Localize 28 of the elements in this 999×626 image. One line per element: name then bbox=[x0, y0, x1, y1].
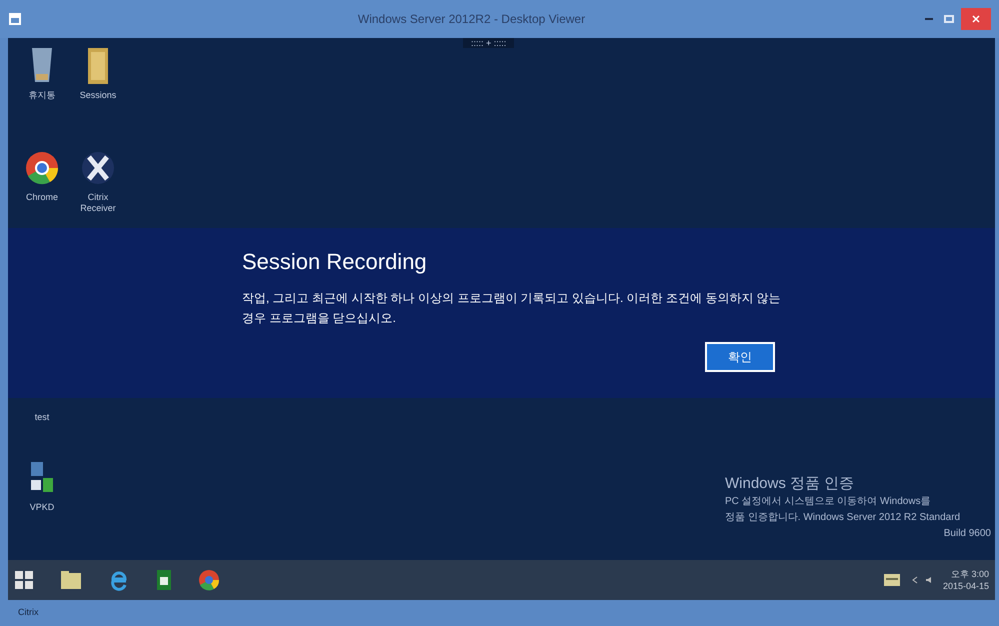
icon-label[interactable]: Citrix Receiver bbox=[70, 192, 126, 214]
windows-logo-icon[interactable] bbox=[14, 570, 34, 590]
server-icon[interactable] bbox=[156, 569, 172, 591]
clock-time: 오후 3:00 bbox=[950, 568, 989, 580]
icon-label[interactable]: 휴지통 bbox=[28, 90, 56, 101]
folder-icon[interactable] bbox=[85, 46, 111, 86]
activation-text: 정품 인증합니다. Windows Server 2012 R2 Standard bbox=[724, 511, 962, 525]
activation-text: PC 설정에서 시스템으로 이동하여 Windows를 bbox=[724, 495, 932, 509]
window-title: Windows Server 2012R2 - Desktop Viewer bbox=[356, 11, 586, 28]
speaker-icon[interactable] bbox=[924, 576, 933, 584]
close-button[interactable] bbox=[961, 8, 991, 30]
icon-label[interactable]: Sessions bbox=[80, 90, 116, 101]
status-text: Citrix bbox=[18, 606, 38, 620]
chrome-icon[interactable] bbox=[198, 569, 220, 591]
clock-date: 2015-04-15 bbox=[942, 580, 989, 592]
ok-button[interactable]: 확인 bbox=[705, 342, 775, 372]
icon-label[interactable]: VPKD bbox=[30, 502, 54, 513]
build-number: Build 9600 bbox=[944, 527, 992, 541]
dialog-title: Session Recording bbox=[242, 248, 428, 276]
icon-label[interactable]: test bbox=[34, 412, 50, 423]
close-icon bbox=[972, 15, 980, 23]
window-icon bbox=[8, 12, 22, 26]
dialog-message: 작업, 그리고 최근에 시작한 하나 이상의 프로그램이 기록되고 있습니다. 이러한 조건에 동의하지 않는 경우 프로그램을 닫으십시오. bbox=[242, 290, 782, 327]
notification-icon[interactable] bbox=[882, 573, 901, 587]
activation-title: Windows 정품 인증 bbox=[724, 474, 854, 494]
toolbar-handle[interactable]: ::::: + ::::: bbox=[463, 38, 514, 48]
folder-icon[interactable] bbox=[60, 570, 82, 590]
icon-label[interactable]: Chrome bbox=[26, 192, 58, 203]
